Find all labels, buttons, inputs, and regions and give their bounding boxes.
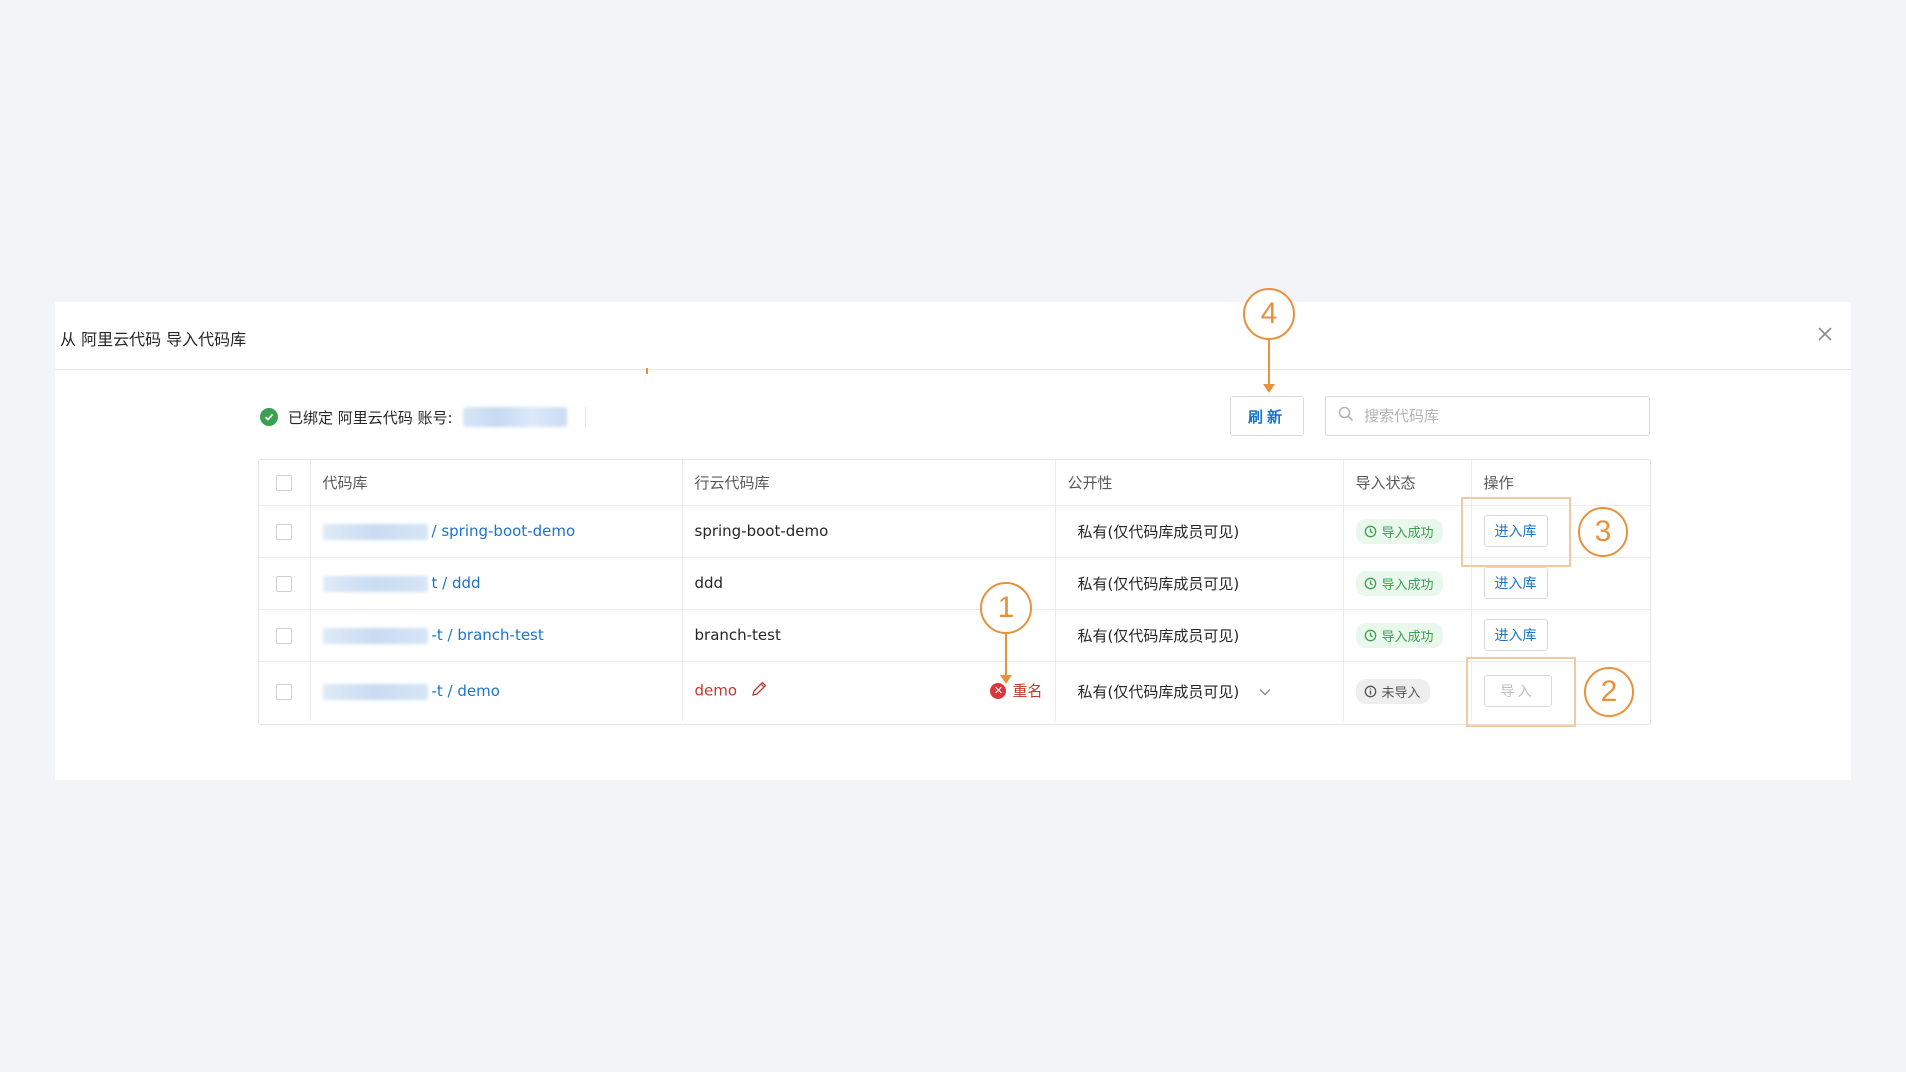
callout-2: 2 xyxy=(1584,667,1634,717)
table-row: t / ddd ddd 私有(仅代码库成员可见) 导入成功 进入库 xyxy=(259,557,1650,610)
highlight-enter-repo xyxy=(1461,497,1571,567)
callout-1: 1 xyxy=(980,582,1032,634)
search-icon xyxy=(1338,406,1354,426)
status-label: 导入成功 xyxy=(1381,525,1434,541)
visibility-value: 私有(仅代码库成员可见) xyxy=(1077,682,1240,701)
header-visibility: 公开性 xyxy=(1055,460,1344,506)
visibility-text: 私有(仅代码库成员可见) xyxy=(1055,557,1344,610)
row-checkbox[interactable] xyxy=(276,523,293,540)
header-target-repo: 行云代码库 xyxy=(682,460,1056,506)
source-repo-link[interactable]: / spring-boot-demo xyxy=(432,522,576,540)
binding-status: 已绑定 阿里云代码 账号: xyxy=(260,402,586,432)
source-repo-link[interactable]: t / ddd xyxy=(432,574,481,592)
dialog-header: 从 阿里云代码 导入代码库 xyxy=(55,302,1851,370)
enter-repo-button[interactable]: 进入库 xyxy=(1483,619,1548,651)
close-icon[interactable] xyxy=(1811,320,1839,348)
error-label: 重名 xyxy=(1012,682,1043,701)
header-source-repo: 代码库 xyxy=(310,460,683,506)
redacted-owner xyxy=(322,627,428,644)
target-repo-name: demo xyxy=(694,681,738,700)
chevron-down-icon xyxy=(1259,682,1271,700)
source-repo-link[interactable]: -t / demo xyxy=(432,682,500,700)
arrow-1 xyxy=(1000,634,1012,684)
check-circle-icon xyxy=(260,408,278,426)
status-badge: 导入成功 xyxy=(1355,622,1443,648)
clock-icon xyxy=(1364,525,1376,537)
divider xyxy=(584,407,586,427)
table-header-row: 代码库 行云代码库 公开性 导入状态 操作 xyxy=(259,460,1650,506)
highlight-import xyxy=(1466,657,1576,727)
refresh-button[interactable]: 刷新 xyxy=(1230,396,1304,436)
arrow-4 xyxy=(1263,340,1275,393)
table-row: / spring-boot-demo spring-boot-demo 私有(仅… xyxy=(259,505,1650,558)
source-repo-link[interactable]: -t / branch-test xyxy=(432,626,544,644)
row-checkbox[interactable] xyxy=(276,575,293,592)
visibility-text: 私有(仅代码库成员可见) xyxy=(1055,609,1344,662)
header-import-status: 导入状态 xyxy=(1343,460,1472,506)
status-badge: 导入成功 xyxy=(1355,518,1443,544)
clock-icon xyxy=(1364,629,1376,641)
repo-table: 代码库 行云代码库 公开性 导入状态 操作 / spring-boot-demo… xyxy=(258,459,1651,725)
callout-4: 4 xyxy=(1243,288,1295,340)
select-all-checkbox[interactable] xyxy=(276,474,293,491)
search-box[interactable] xyxy=(1325,396,1650,436)
dialog-title: 从 阿里云代码 导入代码库 xyxy=(60,330,247,349)
search-input[interactable] xyxy=(1362,406,1636,426)
x-circle-icon: ✕ xyxy=(990,682,1007,699)
pencil-icon[interactable] xyxy=(750,680,768,702)
redacted-owner xyxy=(322,683,428,700)
progress-marker xyxy=(646,368,648,374)
table-row: -t / branch-test branch-test 私有(仅代码库成员可见… xyxy=(259,609,1650,662)
status-badge: 未导入 xyxy=(1355,678,1430,704)
redacted-account xyxy=(462,407,567,427)
table-row: -t / demo demo ✕ 重名 私有(仅代码库成员可见) 未导入 导入 xyxy=(259,661,1650,721)
clock-icon xyxy=(1364,577,1376,589)
info-icon xyxy=(1364,685,1376,698)
target-repo-name: spring-boot-demo xyxy=(682,505,1056,558)
row-checkbox[interactable] xyxy=(276,683,293,700)
redacted-owner xyxy=(322,575,428,592)
status-badge: 导入成功 xyxy=(1355,570,1443,596)
row-checkbox[interactable] xyxy=(276,627,293,644)
name-conflict-error: ✕ 重名 xyxy=(990,680,1043,701)
status-label: 导入成功 xyxy=(1381,577,1434,593)
redacted-owner xyxy=(322,523,428,540)
visibility-text: 私有(仅代码库成员可见) xyxy=(1055,505,1344,558)
binding-label: 已绑定 阿里云代码 账号: xyxy=(288,408,453,427)
enter-repo-button[interactable]: 进入库 xyxy=(1483,567,1548,599)
status-label: 导入成功 xyxy=(1381,629,1434,645)
status-label: 未导入 xyxy=(1381,685,1421,701)
visibility-select[interactable]: 私有(仅代码库成员可见) xyxy=(1068,681,1331,702)
callout-3: 3 xyxy=(1578,507,1628,557)
